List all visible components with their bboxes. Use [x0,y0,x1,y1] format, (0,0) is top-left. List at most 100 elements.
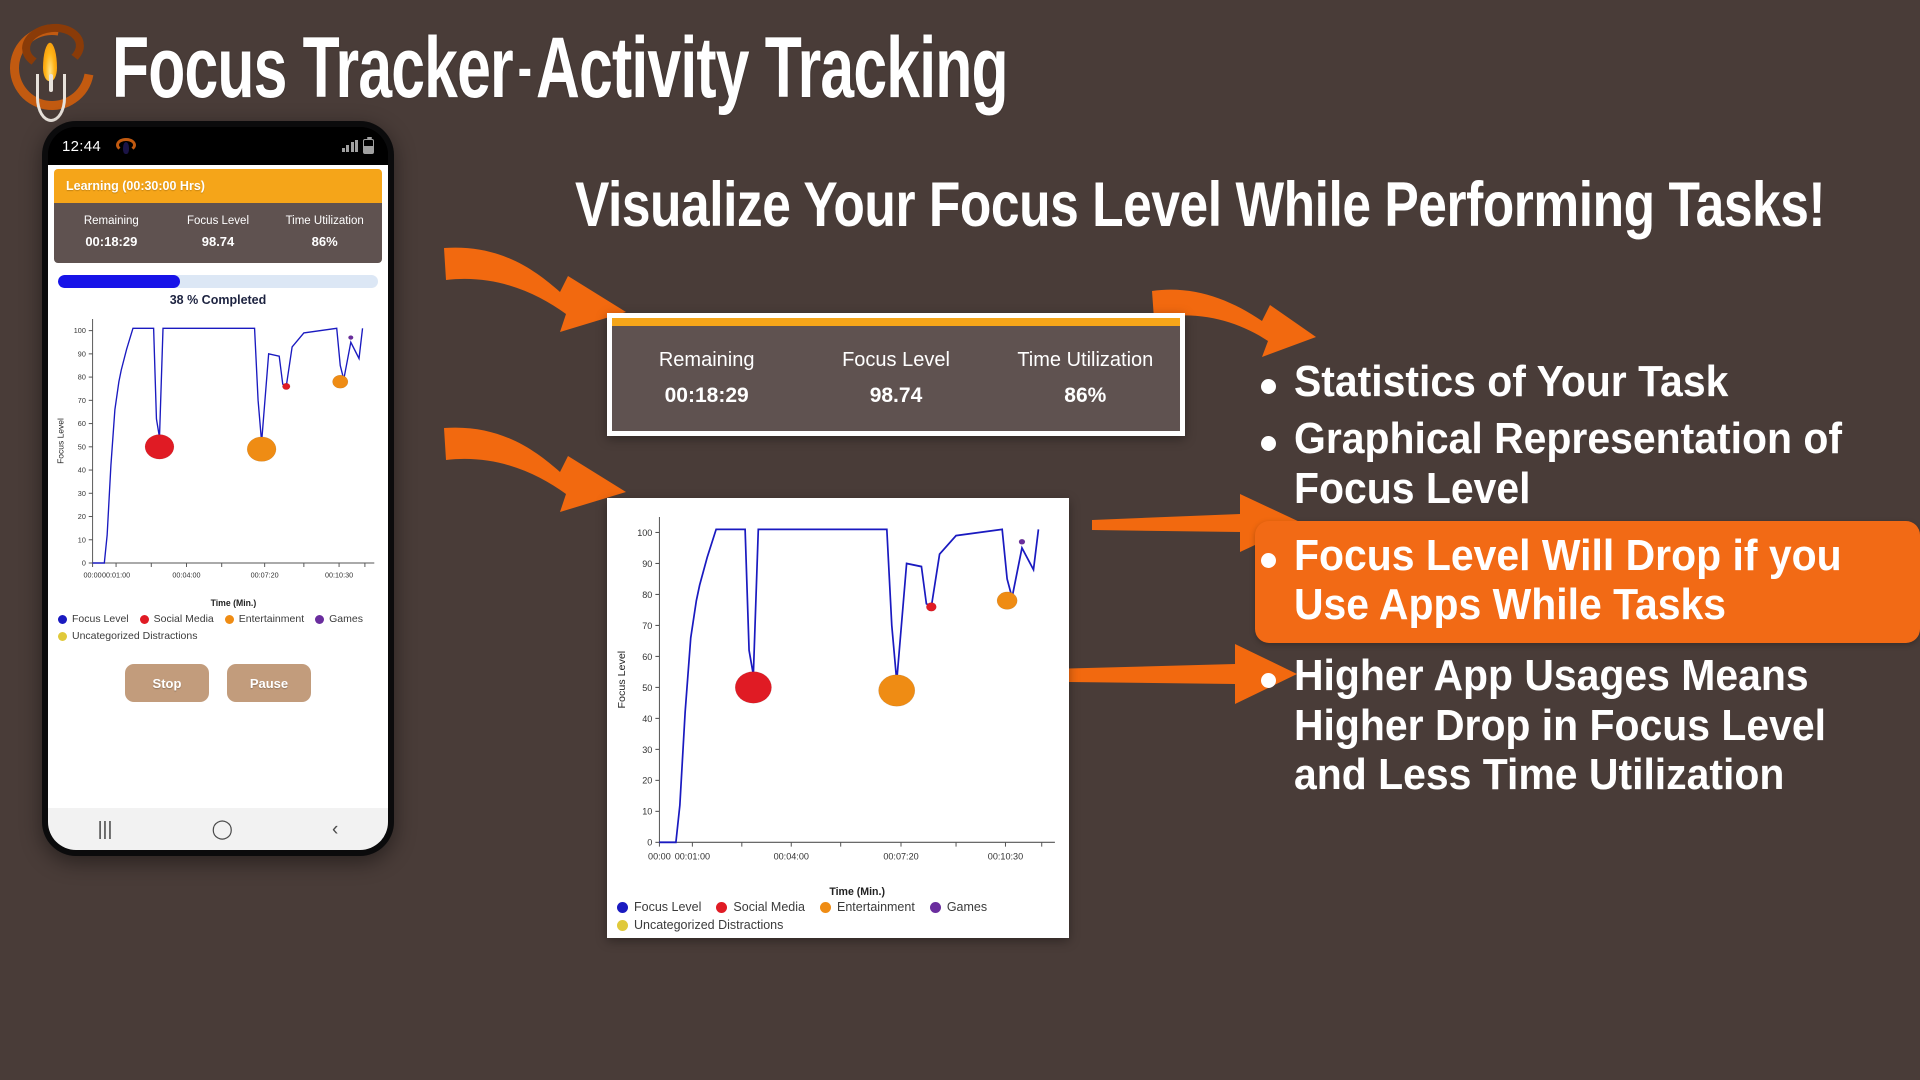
bullet-dot-icon [1261,436,1276,452]
focus-level-chart: 0 10 20 30 40 50 60 70 80 90 100 00:00 00:01:00 00:04… [611,502,1065,898]
legend-item: Social Media [716,900,805,914]
stat-value: 00:18:29 [85,234,138,249]
progress-label: 38 % Completed [169,293,267,307]
stat-label: Time Utilization [285,215,364,227]
legend-item: Games [929,900,988,914]
legend-item: Focus Level [617,900,701,914]
bullet-dot-icon [1261,673,1276,689]
bullet-dot-icon [1261,379,1276,394]
status-bar-time: 12:44 [62,137,102,155]
bullet-item-4: Higher App Usages Means Higher Drop in F… [1255,649,1920,801]
stats-callout: Remaining 00:18:29 Focus Level 98.74 Tim… [607,313,1185,436]
svg-text:100: 100 [637,528,652,538]
svg-text:90: 90 [642,559,652,569]
legend-label: Social Media [153,613,214,625]
svg-text:00:07:20: 00:07:20 [251,570,279,579]
page-title: Focus Tracker-Activity Tracking [112,18,1009,117]
legend-label: Uncategorized Distractions [634,918,784,932]
feature-bullet-list: Statistics of Your Task Graphical Repres… [1255,355,1920,805]
svg-text:Time (Min.): Time (Min.) [829,886,885,898]
legend-color-dot-icon [58,614,67,624]
stat-remaining: Remaining 00:18:29 [58,215,165,249]
legend-label: Uncategorized Distractions [72,630,198,642]
svg-text:00:10:30: 00:10:30 [988,851,1023,861]
svg-text:70: 70 [642,621,652,631]
svg-text:50: 50 [78,442,86,451]
legend-label: Entertainment [238,613,305,625]
legend-label: Entertainment [836,900,915,914]
legend-item: Uncategorized Distractions [58,630,197,642]
stat-value: 00:18:29 [664,384,749,407]
legend-item: Focus Level [58,613,129,625]
legend-item: Social Media [139,613,214,625]
bullet-text: Statistics of Your Task [1294,357,1729,406]
callout-accent-bar [612,318,1180,326]
svg-text:00:01:00: 00:01:00 [675,851,710,861]
recents-icon[interactable]: ||| [98,820,113,839]
legend-color-dot-icon [819,901,831,913]
legend-color-dot-icon [617,919,628,931]
app-subtitle: Activity Tracking [536,19,1008,116]
legend-label: Games [329,613,363,625]
app-header: Focus Tracker-Activity Tracking [0,0,1100,135]
svg-text:00:01:00: 00:01:00 [102,570,130,579]
svg-text:00:10:30: 00:10:30 [325,570,353,579]
svg-text:0: 0 [647,837,652,847]
legend-color-dot-icon [617,901,628,913]
phone-screen: Learning (00:30:00 Hrs) Remaining 00:18:… [48,165,388,808]
signal-bars-icon [341,140,358,152]
svg-text:60: 60 [78,419,86,428]
stat-label: Remaining [83,215,139,227]
arrow-to-chart-callout [444,427,626,512]
legend-item: Uncategorized Distractions [617,918,783,932]
svg-text:20: 20 [78,512,86,521]
callout-stat-time-utilization: Time Utilization 86% [991,349,1180,408]
bullet-text: Graphical Representation of Focus Level [1294,414,1842,513]
bullet-text: Focus Level Will Drop if you Use Apps Wh… [1294,530,1842,630]
legend-label: Social Media [733,900,805,914]
legend-color-dot-icon [315,614,325,624]
svg-text:80: 80 [78,373,86,382]
legend-color-dot-icon [224,614,234,624]
stat-value: 86% [311,234,338,249]
svg-text:10: 10 [642,806,652,816]
svg-text:20: 20 [642,776,652,786]
legend-label: Focus Level [634,900,702,914]
status-bar-app-icon [115,136,137,156]
progress-section: 38 % Completed [54,263,382,309]
stat-label: Remaining [658,349,755,371]
battery-icon [363,136,374,154]
chart-callout: 0 10 20 30 40 50 60 70 80 90 100 00:00 00:01:00 00:04… [607,498,1069,938]
title-separator: - [517,34,532,102]
svg-text:00:04:00: 00:04:00 [172,570,200,579]
legend-color-dot-icon [58,631,67,641]
stat-label: Focus Level [187,215,250,227]
progress-bar [58,275,378,288]
phone-action-buttons: Stop Pause [54,642,382,712]
stat-focus-level: Focus Level 98.74 [165,215,272,249]
callout-stat-remaining: Remaining 00:18:29 [612,349,801,408]
back-icon[interactable]: ‹ [332,820,338,839]
svg-text:00:07:20: 00:07:20 [883,851,918,861]
stat-label: Time Utilization [1017,349,1154,371]
svg-text:30: 30 [642,745,652,755]
stat-value: 98.74 [201,234,235,249]
task-title-banner: Learning (00:30:00 Hrs) [54,169,382,203]
pause-button[interactable]: Pause [227,664,311,702]
stop-button[interactable]: Stop [125,664,209,702]
svg-text:40: 40 [78,466,86,475]
android-nav-bar: ||| ◯ ‹ [48,808,388,850]
svg-text:40: 40 [642,714,652,724]
svg-text:00:04:00: 00:04:00 [774,851,809,861]
svg-text:70: 70 [78,396,86,405]
home-icon[interactable]: ◯ [212,820,233,839]
headline: Visualize Your Focus Level While Perform… [575,169,1826,240]
bullet-item-3-highlighted: Focus Level Will Drop if you Use Apps Wh… [1255,520,1920,644]
svg-text:90: 90 [78,349,86,358]
bullet-text: Higher App Usages Means Higher Drop in F… [1294,651,1827,799]
candle-flame-icon [0,9,111,126]
legend-item: Games [315,613,363,625]
legend-label: Games [946,900,988,914]
legend-color-dot-icon [139,614,149,624]
stat-value: 86% [1064,384,1107,407]
